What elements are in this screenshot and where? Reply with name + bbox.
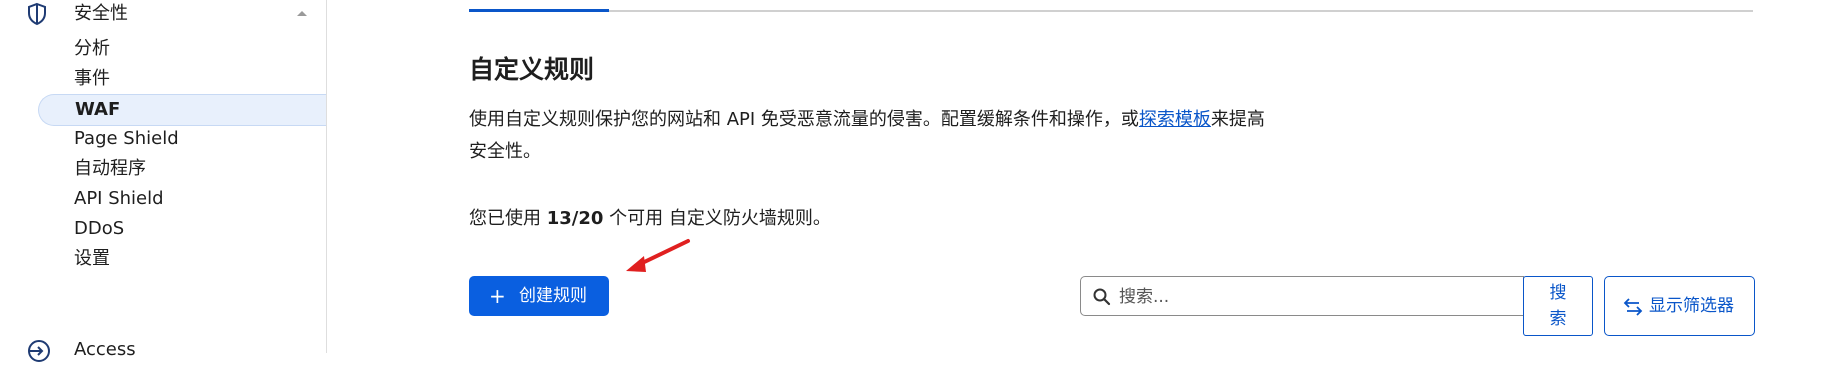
sidebar-section-security[interactable]: 安全性 xyxy=(0,0,326,30)
sidebar-section-access[interactable]: Access xyxy=(0,336,326,366)
usage-prefix: 您已使用 xyxy=(469,208,547,229)
usage-text: 您已使用 13/20 个可用 自定义防火墙规则。 xyxy=(469,206,831,232)
shield-icon xyxy=(28,2,46,26)
search-button-label: 搜索 xyxy=(1549,283,1567,329)
create-rule-button[interactable]: + 创建规则 xyxy=(469,276,609,316)
swap-arrows-icon xyxy=(1623,298,1643,316)
chevron-up-icon[interactable] xyxy=(296,9,308,17)
sidebar-item-label: 事件 xyxy=(74,68,110,89)
search-field[interactable] xyxy=(1080,276,1524,316)
description-text: 使用自定义规则保护您的网站和 API 免受恶意流量的侵害。配置缓解条件和操作，或 xyxy=(469,109,1139,130)
sidebar-item-events[interactable]: 事件 xyxy=(38,62,326,96)
sidebar-item-api-shield[interactable]: API Shield xyxy=(38,182,326,216)
sidebar-item-bots[interactable]: 自动程序 xyxy=(38,152,326,186)
sidebar-section-label: 安全性 xyxy=(74,3,128,24)
page-title: 自定义规则 xyxy=(469,55,595,84)
sidebar: 安全性 分析 事件 WAF Page Shield 自动程序 API Shiel… xyxy=(0,0,327,362)
create-rule-label: 创建规则 xyxy=(519,286,587,306)
sidebar-item-ddos[interactable]: DDoS xyxy=(38,212,326,246)
sidebar-item-page-shield[interactable]: Page Shield xyxy=(38,122,326,156)
sidebar-item-label: API Shield xyxy=(74,188,164,209)
description: 使用自定义规则保护您的网站和 API 免受恶意流量的侵害。配置缓解条件和操作，或… xyxy=(469,104,1269,168)
sidebar-item-label: DDoS xyxy=(74,218,125,239)
usage-count: 13/20 xyxy=(546,208,604,229)
show-filters-button[interactable]: 显示筛选器 xyxy=(1604,276,1755,336)
sidebar-item-label: Page Shield xyxy=(74,128,179,149)
plus-icon: + xyxy=(489,284,506,308)
tab-active-indicator[interactable] xyxy=(469,9,609,12)
sidebar-item-label: 分析 xyxy=(74,38,110,59)
sidebar-item-settings[interactable]: 设置 xyxy=(38,242,326,276)
tab-bar xyxy=(469,0,1753,12)
sidebar-item-label: 自动程序 xyxy=(74,158,146,179)
search-icon xyxy=(1093,288,1111,306)
sidebar-item-label: WAF xyxy=(75,99,121,120)
search-input[interactable] xyxy=(1117,281,1511,313)
show-filters-label: 显示筛选器 xyxy=(1649,296,1734,316)
sidebar-item-analytics[interactable]: 分析 xyxy=(38,32,326,66)
tab-divider xyxy=(469,10,1753,12)
sidebar-item-label: 设置 xyxy=(74,248,110,269)
sidebar-section-label: Access xyxy=(74,339,136,360)
usage-suffix: 个可用 自定义防火墙规则。 xyxy=(603,208,831,229)
annotation-arrow-icon xyxy=(626,239,690,272)
explore-templates-link[interactable]: 探索模板 xyxy=(1139,109,1211,130)
search-button[interactable]: 搜索 xyxy=(1523,276,1593,336)
access-icon xyxy=(28,340,50,362)
